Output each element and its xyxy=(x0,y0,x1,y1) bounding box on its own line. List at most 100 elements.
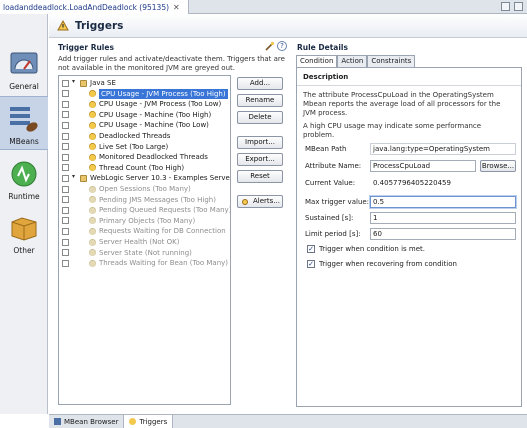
rule-checkbox[interactable] xyxy=(62,174,69,182)
tab-mbean-browser-label: MBean Browser xyxy=(64,417,119,426)
trigger-recovering-checkbox[interactable]: ✓ xyxy=(307,260,315,268)
trigger-rules-tree[interactable]: ▾ Java SE CPU Usage - JVM Process (Too Hig… xyxy=(58,75,231,405)
tree-rule-item[interactable]: Pending JMS Messages (Too High) xyxy=(59,195,230,205)
tree-group[interactable]: ▾ WebLogic Server 10.3 - Examples Server xyxy=(59,173,230,183)
attribute-name-label: Attribute Name: xyxy=(305,162,362,170)
other-icon xyxy=(11,217,37,241)
bottom-tab-strip: MBean Browser Triggers xyxy=(49,414,527,428)
tree-item-label: Deadlocked Threads xyxy=(99,132,171,140)
trigger-recovering-label: Trigger when recovering from condition xyxy=(319,260,457,268)
tree-rule-item[interactable]: Server Health (Not OK) xyxy=(59,237,230,247)
tree-item-label: CPU Usage - Machine (Too High) xyxy=(99,110,212,119)
tree-rule-item[interactable]: CPU Usage - JVM Process (Too High) xyxy=(59,88,230,99)
tab-constraints[interactable]: Constraints xyxy=(367,55,416,67)
rule-checkbox[interactable] xyxy=(62,217,69,225)
trigger-rule-icon xyxy=(89,153,96,161)
tree-rule-item[interactable]: Pending Queued Requests (Too Many) xyxy=(59,205,230,215)
trigger-rule-icon xyxy=(89,206,96,214)
triggers-icon xyxy=(57,19,69,30)
tree-item-label: CPU Usage - Machine (Too Low) xyxy=(99,121,209,130)
rule-checkbox[interactable] xyxy=(62,143,69,151)
close-icon[interactable]: ✕ xyxy=(173,3,180,12)
tree-rule-item[interactable]: Live Set (Too Large) xyxy=(59,142,230,152)
browse-button[interactable]: Browse... xyxy=(480,160,516,172)
rule-details-heading: Rule Details xyxy=(297,43,348,52)
rule-checkbox[interactable] xyxy=(62,238,69,246)
nav-item-general[interactable]: General xyxy=(0,42,48,96)
tree-rule-item[interactable]: Requests Waiting for DB Connection xyxy=(59,226,230,236)
import-button[interactable]: Import... xyxy=(237,136,283,149)
tree-group[interactable]: ▾ Java SE xyxy=(59,78,230,88)
delete-button[interactable]: Delete xyxy=(237,111,283,124)
tree-rule-item[interactable]: Monitored Deadlocked Threads xyxy=(59,152,230,162)
trigger-rules-description: Add trigger rules and activate/deactivat… xyxy=(58,55,285,72)
tab-triggers[interactable]: Triggers xyxy=(124,415,174,428)
nav-item-mbeans[interactable]: MBeans xyxy=(0,96,48,150)
max-trigger-field[interactable]: 0.5 xyxy=(370,196,516,208)
rule-checkbox[interactable] xyxy=(62,121,69,129)
reset-button[interactable]: Reset xyxy=(237,170,283,183)
rule-checkbox[interactable] xyxy=(62,185,69,193)
mbean-path-label: MBean Path xyxy=(305,145,347,153)
tree-rule-item[interactable]: Primary Objects (Too Many) xyxy=(59,216,230,226)
tree-item-label: Java SE xyxy=(90,79,116,87)
sustained-field[interactable]: 1 xyxy=(370,212,516,224)
triggers-tab-icon xyxy=(129,418,137,425)
sustained-label: Sustained [s]: xyxy=(305,214,354,222)
rule-checkbox[interactable] xyxy=(62,90,69,98)
nav-item-runtime[interactable]: Runtime xyxy=(0,152,48,206)
rename-button[interactable]: Rename xyxy=(237,94,283,107)
rule-checkbox[interactable] xyxy=(62,196,69,204)
tree-item-label: Requests Waiting for DB Connection xyxy=(99,227,226,236)
maximize-icon[interactable] xyxy=(514,2,523,11)
add-button[interactable]: Add... xyxy=(237,77,283,90)
left-navigator: General MBeans Runtime Other xyxy=(0,14,48,414)
export-button[interactable]: Export... xyxy=(237,153,283,166)
tree-rule-item[interactable]: Open Sessions (Too Many) xyxy=(59,184,230,194)
alerts-button-label: Alerts... xyxy=(253,197,280,205)
tree-rule-item[interactable]: Deadlocked Threads xyxy=(59,131,230,141)
tree-rule-item[interactable]: CPU Usage - JVM Process (Too Low) xyxy=(59,99,230,109)
tree-rule-item[interactable]: CPU Usage - Machine (Too High) xyxy=(59,110,230,120)
trigger-condition-label: Trigger when condition is met. xyxy=(319,245,425,253)
rule-checkbox[interactable] xyxy=(62,79,69,87)
tree-rule-item[interactable]: CPU Usage - Machine (Too Low) xyxy=(59,120,230,130)
rule-checkbox[interactable] xyxy=(62,206,69,214)
expand-toggle-icon[interactable]: ▾ xyxy=(72,78,75,85)
nav-item-other[interactable]: Other xyxy=(0,206,48,260)
tree-item-label: CPU Usage - JVM Process (Too Low) xyxy=(99,100,222,109)
tab-action[interactable]: Action xyxy=(337,55,368,67)
tree-item-label: Thread Count (Too High) xyxy=(99,163,185,172)
attribute-name-field[interactable]: ProcessCpuLoad xyxy=(370,160,476,172)
editor-tab[interactable]: loadanddeadlock.LoadAndDeadlock (95135) … xyxy=(0,0,189,14)
rule-checkbox[interactable] xyxy=(62,100,69,108)
rule-checkbox[interactable] xyxy=(62,132,69,140)
rule-details-tabs: Condition Action Constraints xyxy=(296,55,416,67)
minimize-icon[interactable] xyxy=(501,2,510,11)
rule-checkbox[interactable] xyxy=(62,259,69,267)
trigger-rule-icon xyxy=(89,143,96,151)
limit-period-field[interactable]: 60 xyxy=(370,228,516,240)
tree-item-label: CPU Usage - JVM Process (Too High) xyxy=(99,88,228,99)
expand-toggle-icon[interactable]: ▾ xyxy=(72,173,75,180)
rule-checkbox[interactable] xyxy=(62,111,69,119)
rule-checkbox[interactable] xyxy=(62,249,69,257)
tab-mbean-browser[interactable]: MBean Browser xyxy=(49,415,125,428)
mbeans-icon xyxy=(10,107,38,132)
page-title: Triggers xyxy=(75,19,124,32)
help-icon[interactable]: ? xyxy=(277,41,287,51)
rule-checkbox[interactable] xyxy=(62,227,69,235)
rule-description: The attribute ProcessCpuLoad in the Oper… xyxy=(303,91,501,117)
tree-rule-item[interactable]: Server State (Not running) xyxy=(59,248,230,258)
nav-label-runtime: Runtime xyxy=(8,192,40,201)
rule-checkbox[interactable] xyxy=(62,153,69,161)
tab-condition[interactable]: Condition xyxy=(296,55,338,67)
rule-checkbox[interactable] xyxy=(62,164,69,172)
tree-rule-item[interactable]: Thread Count (Too High) xyxy=(59,163,230,173)
mbean-path-field[interactable]: java.lang:type=OperatingSystem xyxy=(370,143,516,155)
wand-icon[interactable] xyxy=(264,41,275,52)
trigger-condition-checkbox[interactable]: ✓ xyxy=(307,245,315,253)
alerts-button[interactable]: Alerts... xyxy=(237,195,283,208)
tree-rule-item[interactable]: Threads Waiting for Bean (Too Many) xyxy=(59,258,230,268)
trigger-rules-heading: Trigger Rules xyxy=(58,43,114,52)
